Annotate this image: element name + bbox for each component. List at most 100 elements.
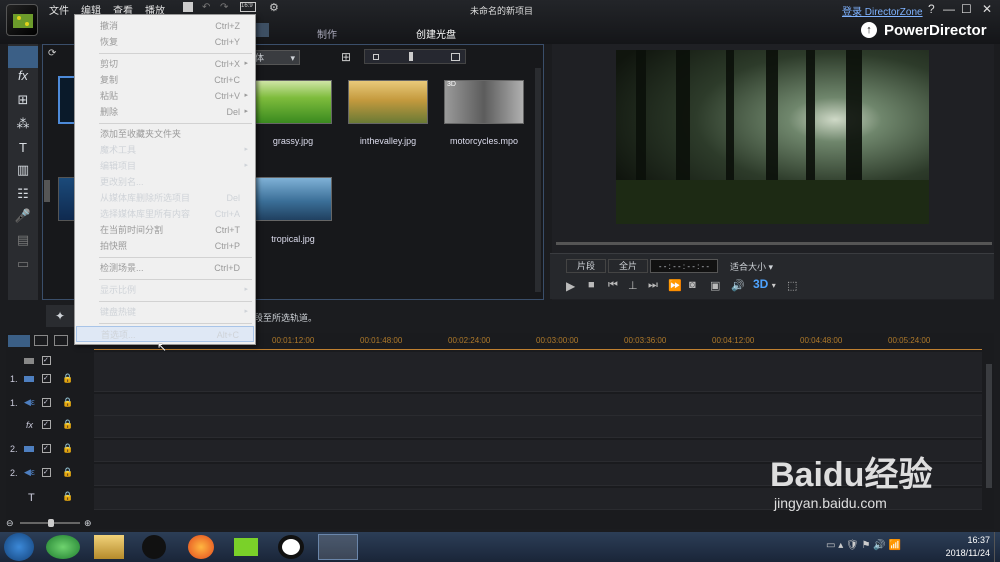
subtitle-room-icon[interactable]: ▭: [8, 256, 38, 278]
movie-mode-button[interactable]: 全片: [608, 259, 648, 273]
particle-room-icon[interactable]: ⁂: [8, 116, 38, 138]
save-icon[interactable]: [183, 2, 193, 12]
taskbar-recorder-icon[interactable]: [278, 535, 304, 559]
thumb-motorcycles[interactable]: 3D: [444, 80, 524, 124]
menu-item-detect-scenes[interactable]: 检测场景... Ctrl+D: [76, 260, 254, 276]
audio-mixing-room-icon[interactable]: ☷: [8, 186, 38, 208]
menu-item-edit-project[interactable]: 编辑项目 ▸: [76, 158, 254, 174]
menu-item-paste[interactable]: 粘贴 Ctrl+V ▸: [76, 88, 254, 104]
track-enable-checkbox[interactable]: ✓: [42, 374, 51, 383]
voice-over-room-icon[interactable]: 🎤: [8, 208, 38, 230]
tray-icons[interactable]: ▭ ▴ 🛡 ⚑ 🔊 📶: [826, 540, 901, 551]
magic-wand-icon[interactable]: ✦: [46, 305, 74, 327]
track-enable-checkbox[interactable]: ✓: [42, 398, 51, 407]
menu-item-hotkeys[interactable]: 键盘热键 ▸: [76, 304, 254, 320]
start-button[interactable]: [4, 533, 34, 561]
plugin-icon[interactable]: ⟳: [48, 48, 56, 59]
lock-icon[interactable]: 🔒: [62, 419, 73, 430]
help-button[interactable]: ?: [928, 2, 935, 16]
menu-item-select-all[interactable]: 选择媒体库里所有内容 Ctrl+A: [76, 206, 254, 222]
fast-forward-icon[interactable]: ⏩: [668, 279, 682, 292]
import-media-tab[interactable]: [8, 46, 38, 64]
track-enable-checkbox[interactable]: ✓: [42, 468, 51, 477]
menu-item-add-to-favorites[interactable]: 添加至收藏夹文件夹: [76, 126, 254, 142]
zoom-in-icon[interactable]: ⊕: [84, 518, 92, 529]
volume-icon[interactable]: 🔊: [731, 279, 745, 292]
menu-item-redo[interactable]: 恢复 Ctrl+Y: [76, 34, 254, 50]
track-enable-checkbox[interactable]: ✓: [42, 444, 51, 453]
track-enable-checkbox[interactable]: ✓: [42, 356, 51, 365]
transition-room-icon[interactable]: ▥: [8, 162, 38, 184]
gear-icon[interactable]: ⚙: [269, 1, 279, 14]
track-manager-button[interactable]: [54, 335, 68, 346]
tab-create-disc[interactable]: 创建光盘: [416, 26, 456, 41]
external-display-icon[interactable]: ▣: [710, 279, 720, 292]
timeline-scrollbar[interactable]: [986, 364, 992, 488]
clip-mode-button[interactable]: 片段: [566, 259, 606, 273]
slider-thumb[interactable]: [48, 519, 54, 527]
3d-mode-button[interactable]: 3D ▾: [753, 277, 776, 291]
menu-item-remove-from-library[interactable]: 从媒体库删除所选项目 Del: [76, 190, 254, 206]
taskbar-powerdirector-icon[interactable]: [318, 534, 358, 560]
zoom-fit-select[interactable]: 适合大小 ▾: [730, 260, 773, 273]
zoom-out-icon[interactable]: ⊖: [6, 518, 14, 529]
pip-room-icon[interactable]: ⊞: [8, 92, 38, 114]
snapshot-icon[interactable]: ◙: [689, 279, 696, 291]
menu-item-aspect-ratio[interactable]: 显示比例 ▸: [76, 282, 254, 298]
chapter-room-icon[interactable]: ▤: [8, 232, 38, 254]
minimize-button[interactable]: —: [943, 2, 955, 16]
previous-frame-icon[interactable]: ⏮: [608, 279, 618, 292]
slider-thumb[interactable]: [409, 52, 413, 61]
tab-produce[interactable]: 制作: [317, 26, 337, 41]
menu-item-magic-tools[interactable]: 魔术工具 ▸: [76, 142, 254, 158]
taskbar-firefox-icon[interactable]: [188, 535, 214, 559]
lock-icon[interactable]: 🔒: [62, 373, 73, 384]
login-link[interactable]: 登录 DirectorZone: [842, 3, 923, 18]
storyboard-view-button[interactable]: [34, 335, 48, 346]
taskbar-media-app-icon[interactable]: [234, 538, 258, 556]
timeline-zoom-slider[interactable]: [20, 519, 80, 527]
library-filter-select[interactable]: 体 ▾: [250, 50, 300, 65]
library-scrollbar[interactable]: [535, 68, 541, 292]
lock-icon[interactable]: 🔒: [62, 443, 73, 454]
maximize-button[interactable]: ☐: [961, 2, 972, 16]
timeline-track[interactable]: [94, 370, 982, 392]
lock-icon[interactable]: 🔒: [62, 467, 73, 478]
taskbar-qq-icon[interactable]: [142, 535, 166, 559]
split-icon[interactable]: ⊥: [628, 279, 638, 292]
collapse-handle[interactable]: [44, 180, 50, 202]
timeline-track[interactable]: [94, 394, 982, 416]
preview-seek-bar[interactable]: [556, 242, 992, 245]
timecode-display[interactable]: - - : - - : - - : - -: [650, 259, 718, 273]
thumb-tropical[interactable]: [254, 177, 332, 221]
taskbar-clock[interactable]: 16:37 2018/11/24: [936, 534, 990, 560]
thumb-grassy[interactable]: [254, 80, 332, 124]
undo-icon[interactable]: ↶: [202, 2, 210, 13]
undock-icon[interactable]: ⬚: [787, 279, 797, 292]
track-enable-checkbox[interactable]: ✓: [42, 420, 51, 429]
stop-icon[interactable]: ■: [588, 279, 595, 291]
menu-item-undo[interactable]: 撤消 Ctrl+Z: [76, 18, 254, 34]
effect-room-icon[interactable]: fx: [8, 68, 38, 90]
play-icon[interactable]: ▶: [566, 279, 575, 293]
next-frame-icon[interactable]: ⏭: [648, 279, 658, 292]
lock-icon[interactable]: 🔒: [62, 397, 73, 408]
menu-item-copy[interactable]: 复制 Ctrl+C: [76, 72, 254, 88]
thumbnail-size-slider[interactable]: [364, 49, 466, 64]
grid-view-icon[interactable]: ⊞: [341, 50, 351, 64]
menu-item-split[interactable]: 在当前时间分割 Ctrl+T: [76, 222, 254, 238]
show-desktop-button[interactable]: [994, 532, 1000, 562]
menu-file[interactable]: 文件: [49, 2, 69, 17]
title-room-icon[interactable]: T: [8, 140, 38, 162]
close-button[interactable]: ✕: [982, 2, 992, 16]
taskbar-explorer-icon[interactable]: [94, 535, 124, 559]
timeline-view-button[interactable]: [8, 335, 30, 347]
timeline-track[interactable]: [94, 416, 982, 438]
menu-item-cut[interactable]: 剪切 Ctrl+X ▸: [76, 56, 254, 72]
menu-item-delete[interactable]: 删除 Del ▸: [76, 104, 254, 120]
taskbar-app-360-icon[interactable]: [46, 535, 80, 559]
menu-item-rename[interactable]: 更改别名...: [76, 174, 254, 190]
lock-icon[interactable]: 🔒: [62, 491, 73, 502]
redo-icon[interactable]: ↷: [220, 2, 228, 13]
menu-item-snapshot[interactable]: 拍快照 Ctrl+P: [76, 238, 254, 254]
